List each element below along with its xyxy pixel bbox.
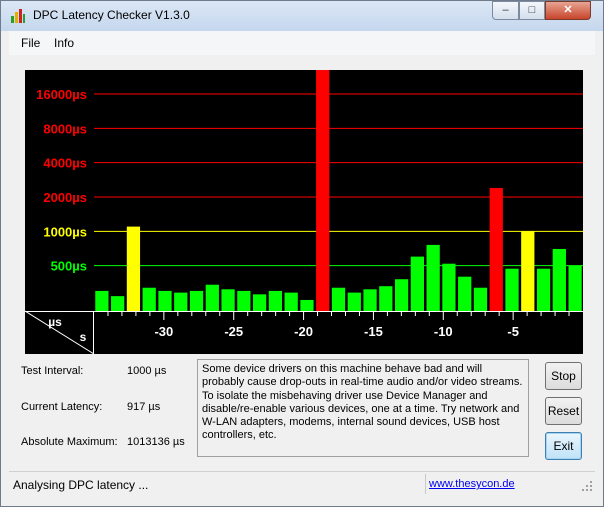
menu-file[interactable]: File [21, 36, 40, 50]
status-separator [425, 474, 426, 494]
x-tick-label: -10 [434, 324, 453, 339]
y-tick-label: 4000µs [43, 156, 87, 171]
latency-bar [347, 292, 361, 311]
maximize-icon[interactable]: □ [519, 1, 545, 20]
latency-bar [300, 299, 314, 311]
x-tick-label: -5 [507, 324, 519, 339]
latency-bar [568, 265, 582, 311]
test-interval-label: Test Interval: [21, 365, 84, 377]
status-message: Some device drivers on this machine beha… [197, 359, 529, 457]
latency-bar [363, 289, 377, 311]
latency-chart: 16000µs 8000µs 4000µs 2000µs 1000µs 500µs µs s… [25, 70, 583, 354]
stop-button[interactable]: Stop [545, 362, 582, 390]
title-bar[interactable]: DPC Latency Checker V1.3.0 – □ ✕ [1, 1, 603, 31]
latency-meter-icon [11, 9, 25, 23]
latency-bar [126, 226, 141, 311]
latency-bar [521, 231, 535, 311]
absolute-maximum-label: Absolute Maximum: [21, 436, 118, 448]
close-icon[interactable]: ✕ [545, 1, 591, 20]
latency-bar [410, 256, 424, 311]
y-tick-label: 16000µs [36, 87, 87, 102]
reset-button[interactable]: Reset [545, 397, 582, 425]
menu-info[interactable]: Info [54, 36, 74, 50]
latency-bar [536, 268, 551, 311]
current-latency-label: Current Latency: [21, 401, 103, 413]
latency-bar [284, 292, 298, 311]
window-title: DPC Latency Checker V1.3.0 [33, 8, 190, 22]
y-tick-label: 2000µs [43, 190, 87, 205]
latency-bar [442, 263, 456, 311]
latency-bar [426, 244, 440, 311]
latency-bar [174, 292, 188, 311]
minimize-icon[interactable]: – [492, 1, 519, 20]
y-tick-label: 1000µs [43, 224, 87, 239]
y-unit-label: µs [48, 315, 62, 329]
absolute-maximum-value: 1013136 µs [127, 436, 185, 448]
latency-bar [473, 287, 488, 311]
latency-bar [489, 187, 503, 311]
x-unit-label: s [80, 330, 87, 344]
test-interval-value: 1000 µs [127, 365, 167, 377]
latency-bar [142, 287, 156, 311]
menu-bar: File Info [9, 31, 595, 55]
latency-bar [268, 290, 283, 311]
latency-bar [394, 279, 409, 311]
latency-bar [379, 286, 393, 311]
status-text: Analysing DPC latency ... [13, 478, 149, 492]
exit-button[interactable]: Exit [545, 432, 582, 460]
x-tick-label: -20 [294, 324, 313, 339]
latency-bar [221, 289, 235, 311]
latency-bar [331, 287, 346, 311]
latency-bar [237, 290, 251, 311]
latency-bar [189, 290, 204, 311]
website-link[interactable]: www.thesycon.de [429, 478, 515, 490]
x-tick-label: -30 [154, 324, 173, 339]
latency-bar [111, 296, 125, 311]
latency-bar [316, 70, 330, 312]
latency-bar [505, 268, 519, 311]
latency-bar [253, 294, 267, 311]
y-tick-label: 500µs [51, 259, 87, 274]
latency-bar [95, 290, 109, 311]
main-window: DPC Latency Checker V1.3.0 – □ ✕ File In… [0, 0, 604, 507]
latency-bar [552, 248, 566, 311]
x-tick-label: -25 [224, 324, 243, 339]
latency-bar [158, 290, 172, 311]
x-tick-label: -15 [364, 324, 383, 339]
y-tick-label: 8000µs [43, 121, 87, 136]
latency-bar [458, 276, 472, 311]
resize-grip-icon[interactable] [581, 480, 593, 492]
latency-bar [205, 284, 219, 311]
status-bar: Analysing DPC latency ... www.thesycon.d… [9, 471, 595, 496]
current-latency-value: 917 µs [127, 401, 161, 413]
